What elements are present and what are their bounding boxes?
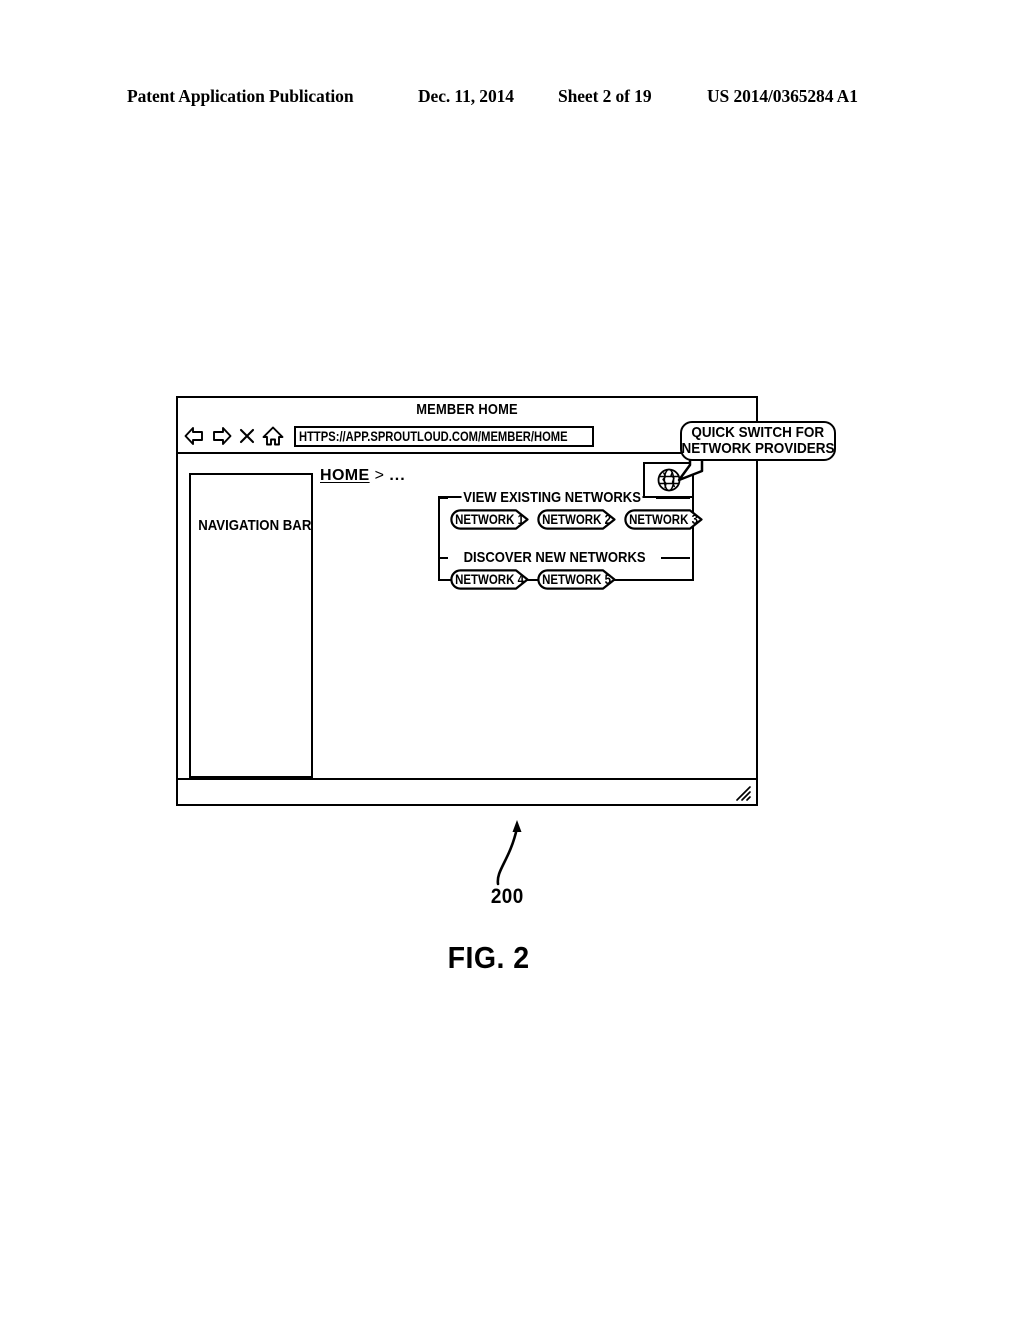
resize-grip-icon[interactable] [734,784,752,802]
callout-quick-switch-for-network-providers: QUICK SWITCH FOR NETWORK PROVIDERS [680,421,836,461]
network-pill-row: NETWORK 4 NETWORK 5 [440,569,692,590]
url-bar[interactable]: HTTPS://APP.SPROUTLOUD.COM/MEMBER/HOME [294,425,594,447]
window-title: MEMBER HOME [416,400,518,418]
reference-number-200: 200 [490,885,524,908]
callout-line-2: NETWORK PROVIDERS [681,440,835,457]
home-house-icon[interactable] [261,424,285,448]
reference-lead-arrow [496,820,522,886]
url-text: HTTPS://APP.SPROUTLOUD.COM/MEMBER/HOME [299,428,568,444]
navigation-bar-label: NAVIGATION BAR [198,517,312,534]
network-dropdown-panel: VIEW EXISTING NETWORKS NETWORK 1 NETWORK… [438,489,703,590]
window-title-bar: MEMBER HOME [178,398,756,420]
browser-content-area: NAVIGATION BAR HOME > ... VIEW EXISTING … [178,454,756,778]
network-pill[interactable]: NETWORK 5 [537,569,617,590]
network-pill-row: NETWORK 1 NETWORK 2 NETWORK 3 [440,509,703,530]
close-x-icon[interactable] [235,424,259,448]
browser-status-bar [178,778,756,804]
breadcrumb-ellipsis[interactable]: ... [389,467,405,485]
figure-200: MEMBER HOME HTTPS://APP.SPROUTLOUD.COM/M… [0,0,1024,1320]
network-pill[interactable]: NETWORK 1 [450,509,530,530]
section-legend-row: DISCOVER NEW NETWORKS [440,548,692,567]
network-pill[interactable]: NETWORK 4 [450,569,530,590]
section-legend-label: DISCOVER NEW NETWORKS [461,549,648,566]
network-pill[interactable]: NETWORK 2 [537,509,617,530]
back-arrow-icon[interactable] [183,424,207,448]
browser-window: MEMBER HOME HTTPS://APP.SPROUTLOUD.COM/M… [176,396,758,806]
network-pill[interactable]: NETWORK 3 [624,509,704,530]
browser-toolbar: HTTPS://APP.SPROUTLOUD.COM/MEMBER/HOME [178,420,756,454]
callout-line-1: QUICK SWITCH FOR [691,424,825,441]
breadcrumb-item-home[interactable]: HOME [320,467,370,485]
breadcrumb: HOME > ... [320,467,406,485]
figure-label: FIG. 2 [447,940,530,975]
legend-rule-left [440,556,448,559]
navigation-bar-panel[interactable]: NAVIGATION BAR [189,473,313,778]
breadcrumb-separator: > [374,467,385,484]
legend-rule-left [440,496,448,499]
section-legend-label: VIEW EXISTING NETWORKS [461,489,643,506]
forward-arrow-icon[interactable] [209,424,233,448]
network-section-discover: DISCOVER NEW NETWORKS NETWORK 4 NETWORK … [440,548,692,590]
legend-rule-right [656,496,690,499]
legend-rule-right [661,556,690,559]
